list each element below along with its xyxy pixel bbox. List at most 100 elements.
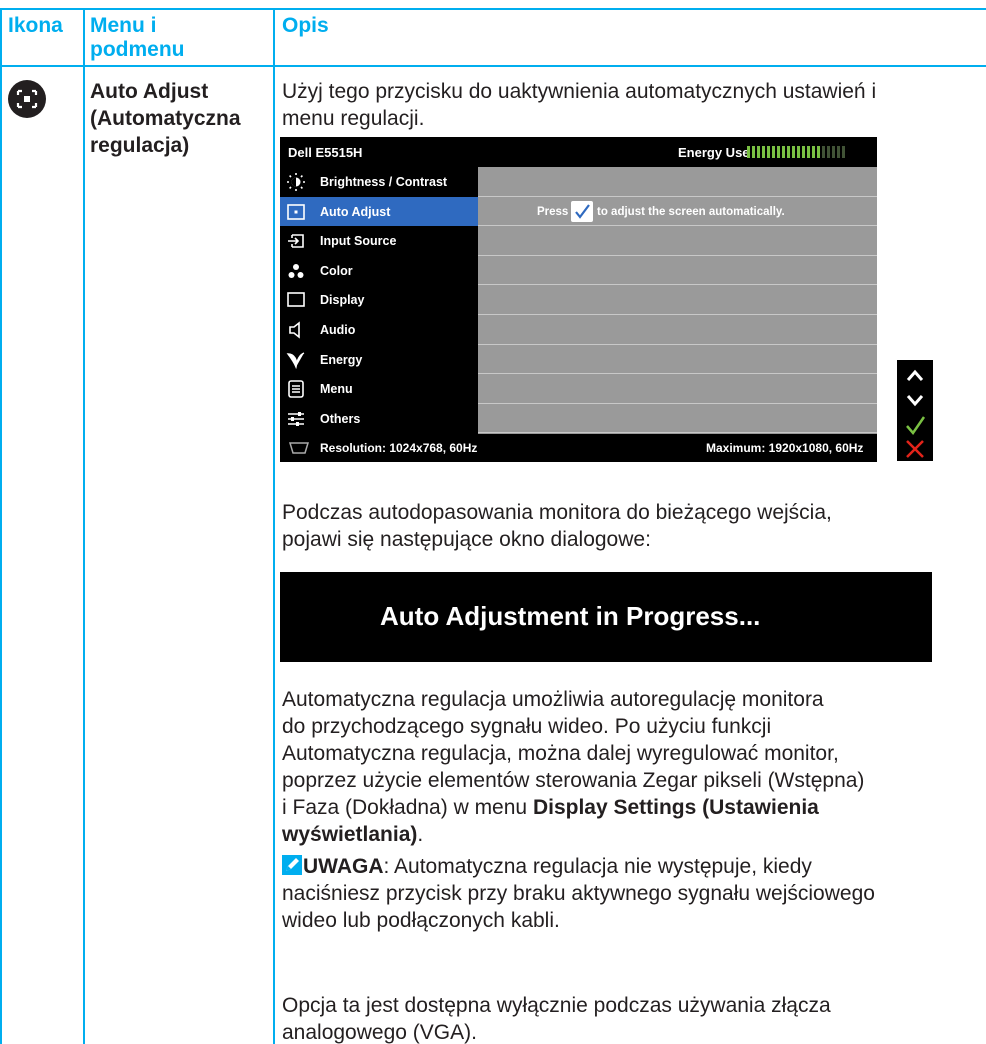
auto-adjust-icon <box>286 202 306 222</box>
brightness-icon <box>286 172 306 192</box>
others-icon <box>286 409 306 429</box>
osd-menu-item[interactable]: Brightness / Contrast <box>280 167 478 197</box>
osd-menu-item-label: Audio <box>320 323 356 337</box>
energy-bar-segment <box>817 146 820 158</box>
energy-bar-segment <box>837 146 840 158</box>
osd-menu-item[interactable]: Menu <box>280 374 478 404</box>
header-icon-column: Ikona <box>8 14 63 37</box>
osd-model-name: Dell E5515H <box>288 145 363 160</box>
energy-bar-segment <box>747 146 750 158</box>
option-line-1: Opcja ta jest dostępna wyłącznie podczas… <box>282 994 831 1017</box>
note-paragraph: UWAGA: Automatyczna regulacja nie występ… <box>282 853 982 934</box>
osd-bottom-bar: Resolution: 1024x768, 60Hz Maximum: 1920… <box>280 434 877 462</box>
table-left-border <box>0 8 2 1044</box>
desc-line-4: poprzez użycie elementów sterowania Zega… <box>282 769 865 792</box>
column-divider-2 <box>273 8 275 1044</box>
osd-panel-row <box>478 167 877 197</box>
desc-line-5-prefix: i Faza (Dokładna) w menu <box>282 796 533 819</box>
display-icon <box>286 290 306 310</box>
up-arrow-icon[interactable] <box>897 366 933 386</box>
osd-panel-row <box>478 374 877 404</box>
header-menu-column: Menu i podmenu <box>90 13 185 63</box>
audio-icon <box>286 320 306 340</box>
note-pencil-icon <box>282 855 302 875</box>
osd-menu-item-label: Energy <box>320 352 363 367</box>
column-divider-1 <box>83 8 85 1044</box>
osd-menu-item[interactable]: Audio <box>280 315 478 345</box>
osd-menu-item[interactable]: Display <box>280 285 478 315</box>
note-text-1: : Automatyczna regulacja nie występuje, … <box>383 855 812 878</box>
osd-menu-item-label: Input Source <box>320 234 397 249</box>
color-icon <box>286 261 306 281</box>
energy-bar-segment <box>752 146 755 158</box>
intro-paragraph: Użyj tego przycisku do uaktywnienia auto… <box>282 78 982 132</box>
osd-menu-item[interactable]: Energy <box>280 345 478 375</box>
energy-bar-segment <box>822 146 825 158</box>
osd-menu-item[interactable]: Color <box>280 256 478 286</box>
desc-line-1: Automatyczna regulacja umożliwia autoreg… <box>282 688 824 711</box>
auto-adjust-progress-dialog: Auto Adjustment in Progress... <box>280 572 932 662</box>
osd-menu-item-label: Menu <box>320 382 353 397</box>
energy-bar-segment <box>797 146 800 158</box>
note-line-1: UWAGA: Automatyczna regulacja nie występ… <box>282 853 982 880</box>
intro-line-2: menu regulacji. <box>282 107 425 130</box>
desc-line-2: do przychodzącego sygnału wideo. Po użyc… <box>282 715 772 738</box>
osd-menu-item-label: Brightness / Contrast <box>320 175 448 189</box>
energy-bar-segment <box>792 146 795 158</box>
auto-adjust-icon <box>8 80 46 118</box>
osd-panel-row <box>478 345 877 375</box>
osd-menu-item-label: Color <box>320 263 353 278</box>
dialog-intro-line-2: pojawi się następujące okno dialogowe: <box>282 528 651 551</box>
energy-bar-segment <box>757 146 760 158</box>
osd-screenshot: Dell E5515H Energy Use Brightness / Cont… <box>280 137 877 462</box>
dialog-intro-line-1: Podczas autodopasowania monitora do bież… <box>282 501 832 524</box>
osd-press-hint: Press to adjust the screen automatically… <box>478 197 877 227</box>
energy-bar-segment <box>807 146 810 158</box>
close-icon[interactable] <box>897 438 933 460</box>
osd-menu-item[interactable]: Auto Adjust <box>280 196 478 227</box>
option-paragraph: Opcja ta jest dostępna wyłącznie podczas… <box>282 992 982 1044</box>
press-prefix: Press <box>537 205 569 218</box>
energy-bar-segment <box>827 146 830 158</box>
down-arrow-icon[interactable] <box>897 390 933 410</box>
note-line-3: wideo lub podłączonych kabli. <box>282 909 560 932</box>
note-line-2: naciśniesz przycisk przy braku aktywnego… <box>282 882 875 905</box>
osd-panel-row <box>478 256 877 286</box>
osd-menu-item[interactable]: Input Source <box>280 226 478 256</box>
energy-bar-segment <box>772 146 775 158</box>
table-header-border <box>0 65 986 67</box>
menu-icon <box>286 379 306 399</box>
description-paragraph: Automatyczna regulacja umożliwia autoreg… <box>282 686 982 848</box>
energy-bar-segment <box>842 146 845 158</box>
note-label: UWAGA <box>303 855 384 878</box>
osd-menu-item[interactable]: Others <box>280 404 478 434</box>
osd-menu-item-label: Display <box>320 293 365 308</box>
menu-line-3: regulacja) <box>90 134 190 157</box>
osd-maximum-resolution: Maximum: 1920x1080, 60Hz <box>706 441 864 455</box>
header-menu-line1: Menu i <box>90 14 157 37</box>
display-settings-reference-end: wyświetlania) <box>282 823 418 846</box>
osd-side-buttons <box>897 360 933 461</box>
press-suffix: to adjust the screen automatically. <box>597 205 785 218</box>
header-description-column: Opis <box>282 14 329 37</box>
check-icon[interactable] <box>897 414 933 436</box>
progress-dialog-text: Auto Adjustment in Progress... <box>380 601 761 631</box>
intro-line-1: Użyj tego przycisku do uaktywnienia auto… <box>282 80 877 103</box>
energy-bar-segment <box>802 146 805 158</box>
energy-bar-segment <box>787 146 790 158</box>
osd-menu-item-label: Others <box>320 411 361 426</box>
energy-bar-segment <box>782 146 785 158</box>
energy-bar-segment <box>767 146 770 158</box>
energy-icon <box>286 350 306 370</box>
option-line-2: analogowego (VGA). <box>282 1021 477 1044</box>
osd-top-bar: Dell E5515H Energy Use <box>280 137 877 167</box>
check-icon <box>571 200 593 222</box>
menu-item-name: Auto Adjust (Automatyczna regulacja) <box>90 78 270 159</box>
energy-meter <box>747 146 845 158</box>
osd-panel-row <box>478 315 877 345</box>
osd-content-panel: Press to adjust the screen automatically… <box>478 167 877 434</box>
table-top-border <box>0 8 986 10</box>
energy-bar-segment <box>812 146 815 158</box>
desc-line-6-suffix: . <box>417 823 424 846</box>
dialog-intro-paragraph: Podczas autodopasowania monitora do bież… <box>282 499 982 553</box>
